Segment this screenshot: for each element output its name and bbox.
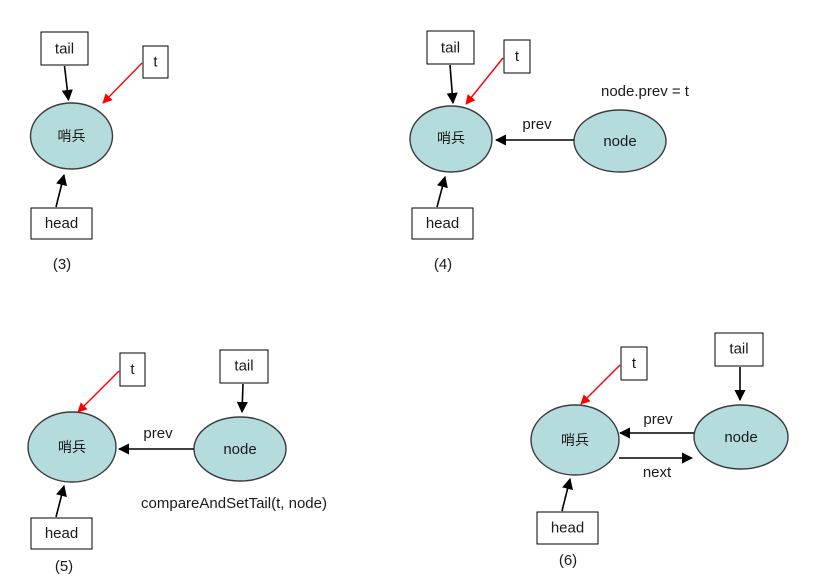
panel-3-tail-box-label: tail	[55, 40, 74, 57]
panel-5-head-box-label: head	[45, 525, 78, 542]
panel-5-node-node-label: node	[223, 441, 256, 458]
panel-4: tail t head 哨兵 node prev node.prev = t (…	[409, 30, 690, 273]
panel-4-edge-t-to-sentinel	[465, 57, 504, 105]
panel-3-sentinel-node-label: 哨兵	[58, 129, 86, 145]
panel-4-edge-head-to-sentinel	[436, 175, 448, 208]
panel-5: t tail head 哨兵 node prev compareAndSetTa…	[27, 349, 327, 575]
panel-6: t tail head 哨兵 node prev next (6)	[530, 332, 789, 569]
panel-3-edge-head-to-sentinel	[55, 173, 67, 208]
panel-4-tail-box[interactable]: tail	[426, 30, 475, 65]
panel-4-head-box-label: head	[426, 215, 459, 232]
panel-6-sentinel-node[interactable]: 哨兵	[530, 404, 620, 476]
panel-5-edge-head-to-sentinel	[55, 484, 67, 518]
panel-3-t-box[interactable]: t	[142, 45, 169, 79]
panel-6-node-node-label: node	[724, 429, 757, 446]
panel-4-head-box[interactable]: head	[411, 207, 474, 240]
panel-3: tail t head 哨兵 (3)	[29, 31, 169, 273]
panel-6-node-node[interactable]: node	[693, 404, 789, 470]
panel-4-tail-box-label: tail	[441, 39, 460, 56]
panel-5-edge-prev-label: prev	[143, 425, 173, 442]
panel-5-t-box[interactable]: t	[119, 352, 146, 387]
panel-3-caption: (3)	[53, 256, 71, 273]
panel-4-edge-prev-label: prev	[522, 116, 552, 133]
panel-6-edge-t-to-sentinel	[580, 364, 621, 405]
panel-5-tail-box[interactable]: tail	[219, 349, 269, 384]
panel-4-operation-note: node.prev = t	[601, 83, 690, 100]
panel-5-edge-t-to-sentinel	[77, 370, 120, 413]
panel-3-head-box[interactable]: head	[30, 207, 93, 240]
diagram-root: tail t head 哨兵 (3) tail t head 哨兵 node p…	[0, 0, 837, 585]
panel-3-tail-box[interactable]: tail	[40, 31, 89, 66]
panel-3-sentinel-node[interactable]: 哨兵	[29, 102, 114, 170]
panel-5-sentinel-node[interactable]: 哨兵	[27, 411, 117, 483]
panel-6-tail-box-label: tail	[729, 340, 748, 357]
panel-5-edge-tail-to-node	[236, 383, 248, 414]
diagram-canvas: tail t head 哨兵 (3) tail t head 哨兵 node p…	[27, 30, 789, 575]
panel-4-sentinel-node-label: 哨兵	[437, 131, 465, 147]
panel-6-sentinel-node-label: 哨兵	[561, 433, 589, 449]
panel-6-edge-head-to-sentinel	[561, 477, 573, 512]
panel-4-sentinel-node[interactable]: 哨兵	[409, 105, 493, 173]
panel-5-operation-note: compareAndSetTail(t, node)	[141, 495, 327, 512]
panel-6-edge-next-label: next	[643, 464, 672, 481]
panel-6-edge-prev-label: prev	[643, 411, 673, 428]
panel-6-tail-box[interactable]: tail	[714, 332, 764, 367]
panel-4-caption: (4)	[434, 256, 452, 273]
panel-5-head-box[interactable]: head	[30, 517, 93, 550]
panel-5-node-node[interactable]: node	[193, 416, 287, 482]
panel-6-head-box[interactable]: head	[536, 511, 599, 545]
panel-3-edge-tail-to-sentinel	[61, 65, 73, 102]
panel-3-head-box-label: head	[45, 215, 78, 232]
panel-4-node-node-label: node	[603, 133, 636, 150]
panel-4-node-node[interactable]: node	[573, 109, 667, 173]
panel-5-sentinel-node-label: 哨兵	[58, 440, 86, 456]
panel-3-edge-t-to-sentinel	[102, 62, 143, 104]
panel-6-caption: (6)	[559, 552, 577, 569]
panel-4-edge-tail-to-sentinel	[446, 64, 458, 105]
panel-5-tail-box-label: tail	[234, 357, 253, 374]
panel-6-head-box-label: head	[551, 519, 584, 536]
panel-5-caption: (5)	[55, 558, 73, 575]
panel-6-t-box[interactable]: t	[620, 346, 648, 381]
panel-4-t-box[interactable]: t	[503, 39, 531, 74]
